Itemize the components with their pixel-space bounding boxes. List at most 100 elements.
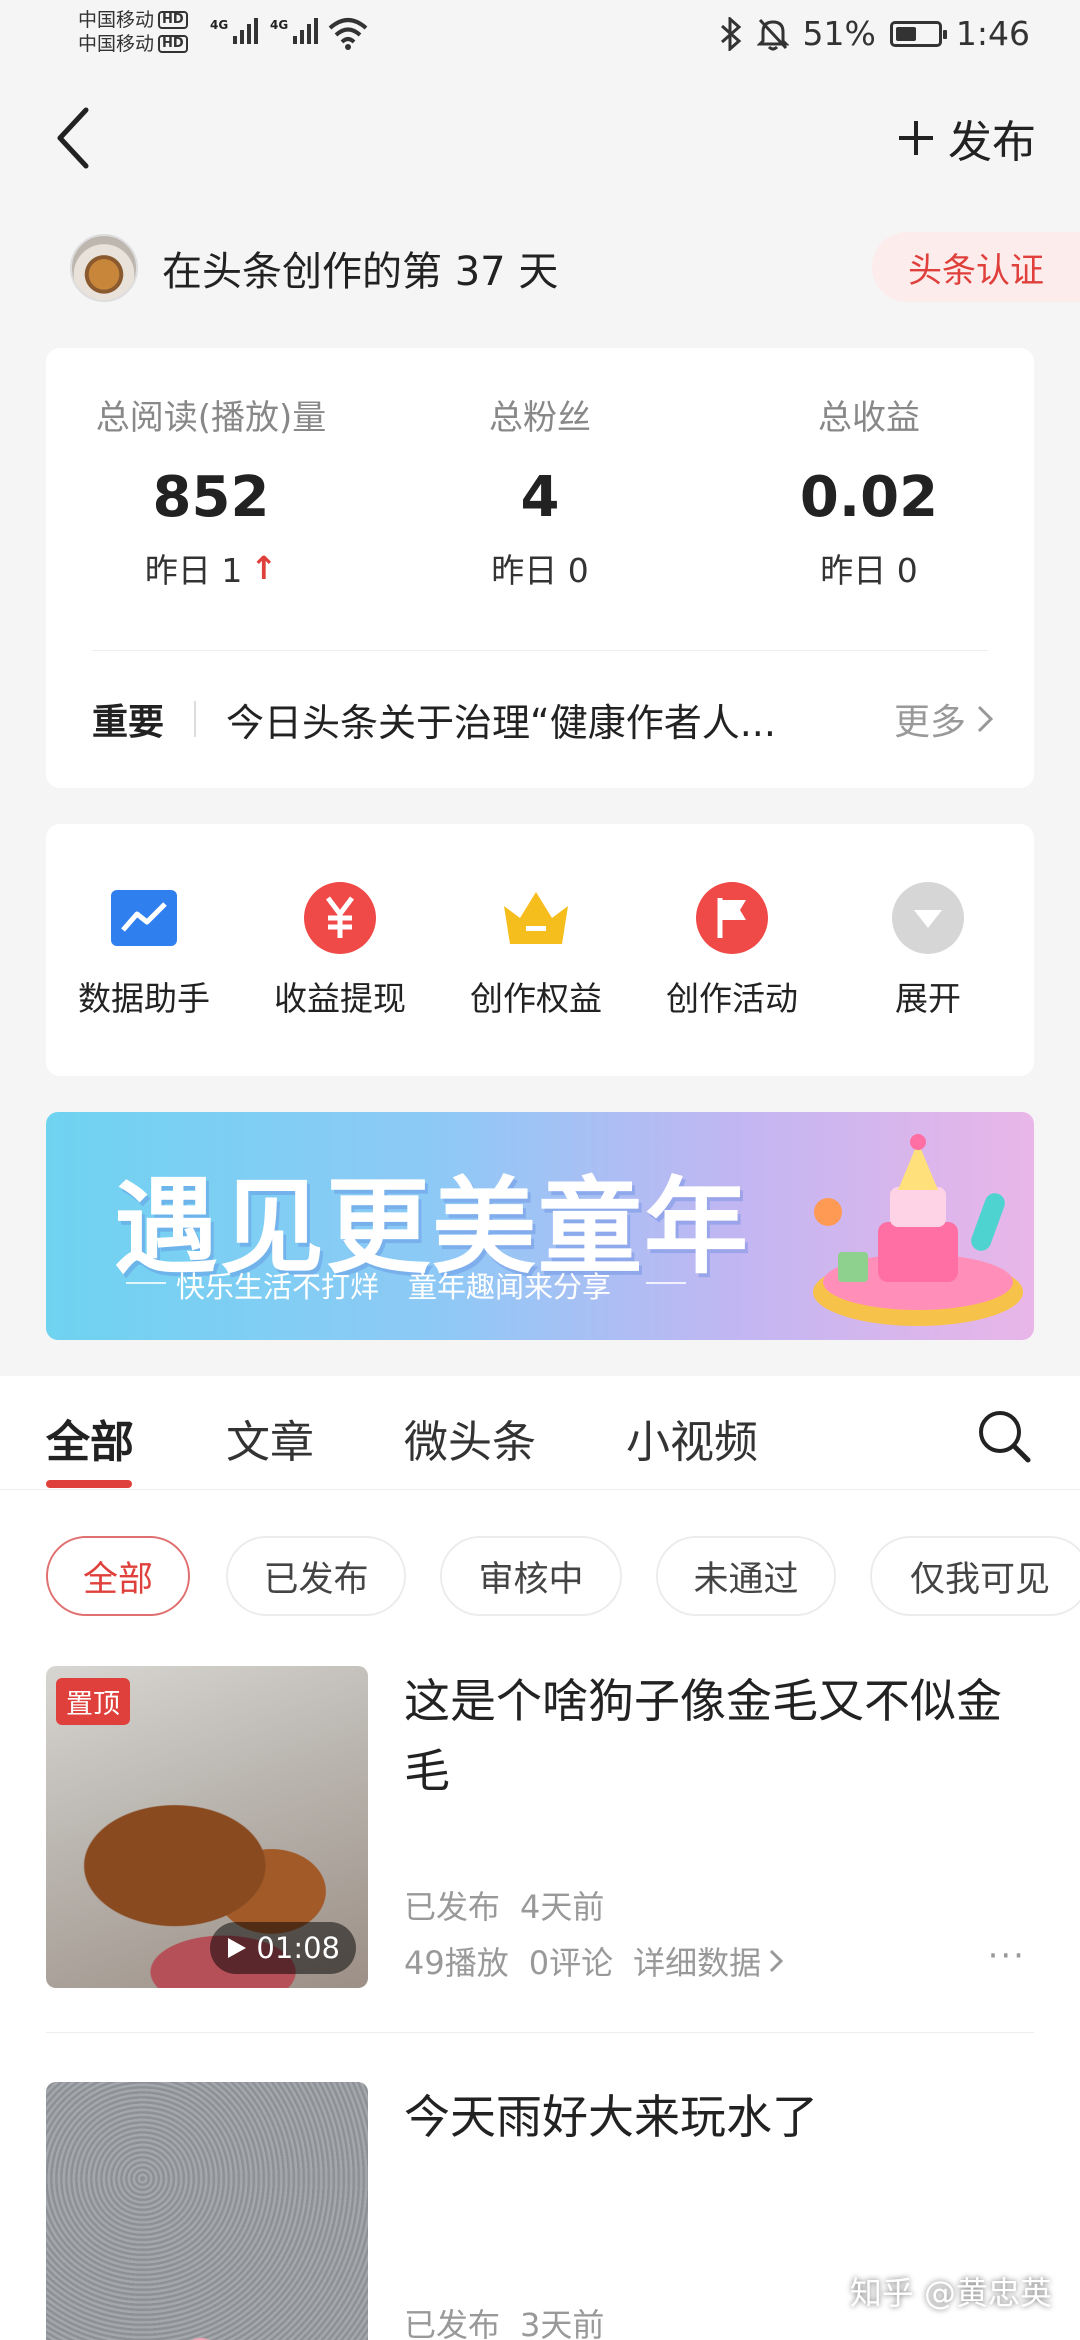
signal-icon: 4G [210,18,259,44]
creator-days-text: 在头条创作的第 37 天 [162,249,559,295]
stat-value: 0.02 [799,465,939,530]
video-duration: 01:08 [210,1922,356,1974]
post-meta: 已发布 4天前 [404,1882,604,1928]
pinned-badge: 置顶 [56,1678,130,1725]
divider [194,701,197,737]
divider [92,650,988,651]
chevron-right-icon [977,705,994,733]
chevron-right-icon [770,1949,784,1973]
stat-yesterday: 昨日 1 [144,551,243,590]
certification-button[interactable]: 头条认证 [872,232,1080,302]
post-plays: 49播放 [404,1944,509,1982]
bluetooth-icon [720,16,741,51]
network-type: 4G [210,18,229,32]
tab-indicator [46,1480,132,1488]
signal-icon: 4G [270,18,319,44]
more-options-icon[interactable]: ··· [988,1936,1026,1976]
tab-short-videos[interactable]: 小视频 [626,1406,758,1470]
tool-label: 收益提现 [274,979,406,1018]
back-icon[interactable] [52,106,96,170]
tool-label: 数据助手 [78,979,210,1018]
tab-micro-posts[interactable]: 微头条 [404,1406,536,1470]
filter-reviewing[interactable]: 审核中 [440,1536,622,1616]
filter-private[interactable]: 仅我可见 [870,1536,1080,1616]
carrier-info: 中国移动 HD 中国移动 HD [78,8,188,56]
tool-data-assistant[interactable]: 数据助手 [46,880,242,1020]
post-status: 已发布 [404,2306,501,2340]
content-tabs: 全部 文章 微头条 小视频 [0,1376,1080,1490]
tool-label: 创作活动 [666,979,798,1018]
content-section: 全部 文章 微头条 小视频 全部 已发布 审核中 未通过 仅我可见 置顶 01:… [0,1376,1080,2340]
tool-label: 创作权益 [470,979,602,1018]
post-comments: 0评论 [528,1944,614,1982]
tool-expand[interactable]: 展开 [830,880,1026,1020]
tool-withdraw[interactable]: 收益提现 [242,880,438,1020]
divider [46,2032,1034,2033]
post-title[interactable]: 这是个啥狗子像金毛又不似金毛 [404,1666,1024,1806]
filter-published[interactable]: 已发布 [226,1536,406,1616]
post-time: 4天前 [520,1888,605,1926]
banner-subtitle: 快乐生活不打烊 童年趣闻来分享 [176,1270,612,1304]
stat-value: 852 [152,465,270,530]
divider [126,1282,166,1284]
filter-rejected[interactable]: 未通过 [656,1536,836,1616]
details-link[interactable]: 详细数据 [633,1938,784,1984]
cake-illustration [813,1134,1023,1326]
network-type: 4G [270,18,289,32]
tools-card: 数据助手 收益提现 创作权益 创作活动 展开 [46,824,1034,1076]
mute-bell-icon [756,18,789,50]
post-meta: 已发布 3天前 [404,2300,604,2340]
post-status: 已发布 [404,1888,501,1926]
publish-label: 发布 [948,117,1036,168]
stat-label: 总阅读(播放)量 [95,398,327,438]
chart-icon [106,880,182,956]
tool-creator-rights[interactable]: 创作权益 [438,880,634,1020]
search-icon[interactable] [976,1408,1032,1464]
stat-label: 总收益 [818,398,920,438]
post-item[interactable]: 置顶 01:08 这是个啥狗子像金毛又不似金毛 已发布 4天前 49播放 0评论… [46,1666,1034,1988]
status-right: 51% 1:46 [719,14,1030,53]
watermark: 知乎 @黄忠英 [849,2274,1052,2312]
promo-banner[interactable]: 遇见更美童年 快乐生活不打烊 童年趣闻来分享 [46,1112,1034,1340]
publish-button[interactable]: 发布 [896,106,1036,170]
clock: 1:46 [955,14,1030,53]
crown-icon [498,880,574,956]
tab-all[interactable]: 全部 [46,1406,134,1470]
stat-total-fans[interactable]: 总粉丝 4 昨日 0 [375,390,705,592]
notice-message[interactable]: 今日头条关于治理“健康作者人... [226,692,894,747]
tool-creator-events[interactable]: 创作活动 [634,880,830,1020]
post-time: 3天前 [520,2306,605,2340]
status-bar: 中国移动 HD 中国移动 HD 4G 4G 51% 1:46 [0,0,1080,70]
stat-value: 4 [520,465,560,530]
stat-yesterday: 昨日 0 [491,551,589,590]
notice-more-link[interactable]: 更多 [894,693,994,745]
expand-icon [890,880,966,956]
filter-all[interactable]: 全部 [46,1536,190,1616]
carrier-name: 中国移动 [78,9,155,31]
wifi-icon [328,18,368,50]
notice-tag: 重要 [92,702,165,743]
more-label: 更多 [893,702,966,743]
post-thumbnail[interactable]: 置顶 01:08 [46,1666,368,1988]
details-label: 详细数据 [633,1944,762,1982]
plus-icon [899,121,933,155]
stat-yesterday: 昨日 0 [820,551,918,590]
stat-total-income[interactable]: 总收益 0.02 昨日 0 [704,390,1034,592]
post-title[interactable]: 今天雨好大来玩水了 [404,2082,1024,2152]
hd-badge: HD [158,35,188,53]
trend-up-icon: ↑ [250,549,278,587]
battery-percent: 51% [802,14,876,53]
avatar[interactable] [70,234,138,302]
stat-label: 总粉丝 [489,398,591,438]
yuan-icon [302,880,378,956]
hd-badge: HD [158,11,188,29]
tab-articles[interactable]: 文章 [226,1406,314,1470]
stat-total-reads[interactable]: 总阅读(播放)量 852 昨日 1 ↑ [46,390,376,592]
play-icon [228,1938,247,1958]
battery-icon [889,20,947,47]
divider [646,1282,686,1284]
tool-label: 展开 [895,979,961,1018]
notice-bar[interactable]: 重要 今日头条关于治理“健康作者人... 更多 [92,684,994,754]
post-thumbnail[interactable] [46,2082,368,2340]
duration-text: 01:08 [256,1931,340,1965]
